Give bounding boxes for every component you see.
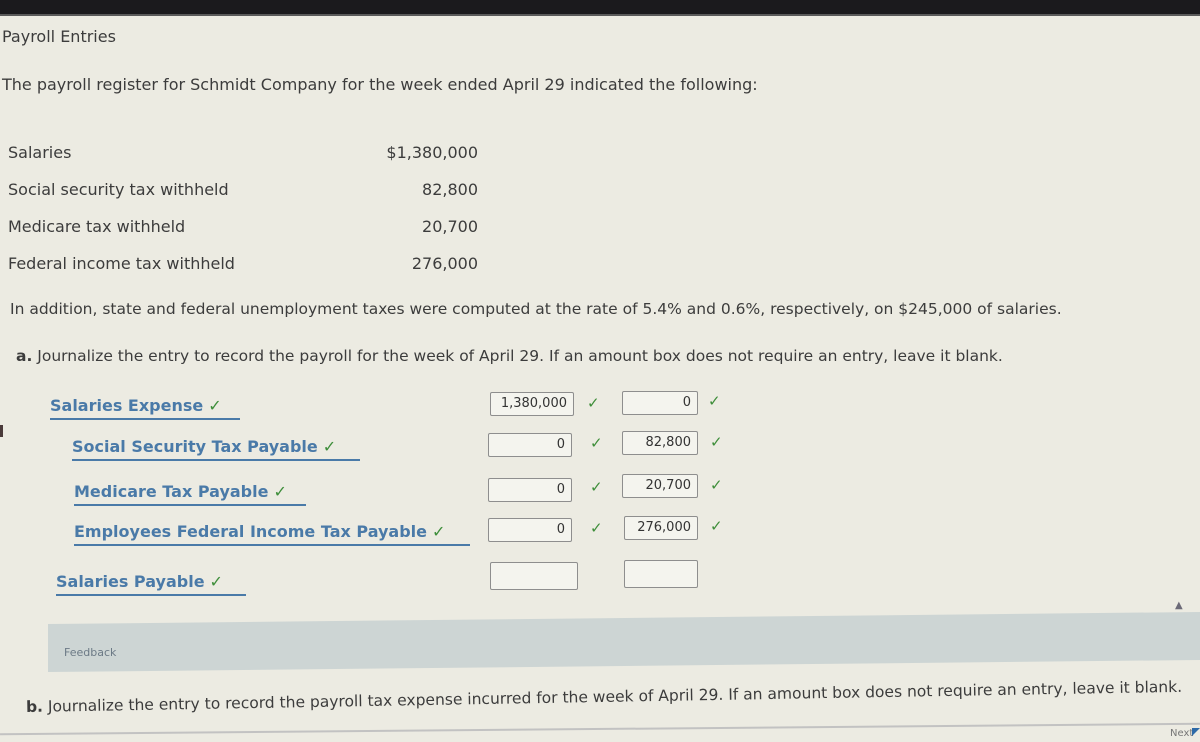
- register-amount: 20,700: [422, 217, 478, 236]
- additional-info: In addition, state and federal unemploym…: [10, 300, 1062, 318]
- feedback-label[interactable]: Feedback: [64, 646, 116, 659]
- check-icon: ✓: [590, 434, 603, 452]
- account-select-employees-federal-income-tax-payable[interactable]: Employees Federal Income Tax Payable ✓: [74, 522, 470, 546]
- credit-input[interactable]: 276,000: [624, 516, 698, 540]
- check-icon: ✓: [710, 476, 723, 494]
- register-label: Social security tax withheld: [8, 180, 229, 199]
- register-label: Medicare tax withheld: [8, 217, 186, 236]
- part-a-text: Journalize the entry to record the payro…: [37, 347, 1003, 365]
- credit-input[interactable]: [624, 560, 698, 588]
- browser-top-bar: [0, 0, 1200, 16]
- part-b-text: Journalize the entry to record the payro…: [47, 677, 1183, 716]
- check-icon: ✓: [587, 394, 600, 412]
- check-icon: ✓: [273, 482, 287, 501]
- account-name: Employees Federal Income Tax Payable: [74, 522, 428, 541]
- account-select-salaries-payable[interactable]: Salaries Payable ✓: [56, 572, 246, 596]
- check-icon: ✓: [432, 522, 446, 541]
- account-name: Salaries Expense: [50, 396, 204, 415]
- account-name: Medicare Tax Payable: [74, 482, 269, 501]
- register-label: Salaries: [8, 143, 72, 162]
- check-icon: ✓: [708, 392, 721, 410]
- register-amount: $1,380,000: [386, 143, 478, 162]
- collapse-icon[interactable]: ▲: [1175, 600, 1183, 611]
- debit-input[interactable]: 0: [488, 518, 572, 542]
- part-b-instruction: b. Journalize the entry to record the pa…: [26, 678, 1182, 716]
- debit-input[interactable]: 1,380,000: [490, 392, 574, 416]
- credit-input[interactable]: 20,700: [622, 474, 698, 498]
- left-edge-marker: [0, 425, 3, 437]
- account-name: Salaries Payable: [56, 572, 205, 591]
- part-a-letter: a.: [16, 347, 33, 365]
- debit-input[interactable]: [490, 562, 578, 590]
- check-icon: ✓: [209, 572, 223, 591]
- check-icon: ✓: [590, 478, 603, 496]
- register-label: Federal income tax withheld: [8, 254, 235, 273]
- check-icon: ✓: [208, 396, 222, 415]
- divider: [0, 722, 1200, 736]
- intro-text: The payroll register for Schmidt Company…: [2, 75, 758, 94]
- check-icon: ✓: [710, 433, 723, 451]
- page-title: Payroll Entries: [2, 27, 116, 46]
- register-amount: 276,000: [411, 254, 478, 273]
- part-a-instruction: a. Journalize the entry to record the pa…: [16, 347, 1003, 365]
- part-b-letter: b.: [25, 697, 44, 716]
- next-arrow-icon[interactable]: [1192, 728, 1200, 736]
- check-icon: ✓: [590, 519, 603, 537]
- debit-input[interactable]: 0: [488, 478, 572, 502]
- feedback-panel[interactable]: [48, 611, 1200, 673]
- check-icon: ✓: [322, 437, 337, 456]
- credit-input[interactable]: 82,800: [622, 431, 698, 455]
- check-icon: ✓: [710, 517, 723, 535]
- debit-input[interactable]: 0: [488, 433, 572, 457]
- next-button[interactable]: Next: [1170, 728, 1193, 739]
- account-select-salaries-expense[interactable]: Salaries Expense ✓: [50, 396, 240, 420]
- credit-input[interactable]: 0: [622, 391, 698, 415]
- account-select-social-security-tax-payable[interactable]: Social Security Tax Payable ✓: [72, 437, 360, 461]
- register-amount: 82,800: [422, 180, 478, 199]
- account-name: Social Security Tax Payable: [72, 437, 318, 456]
- account-select-medicare-tax-payable[interactable]: Medicare Tax Payable ✓: [74, 482, 306, 506]
